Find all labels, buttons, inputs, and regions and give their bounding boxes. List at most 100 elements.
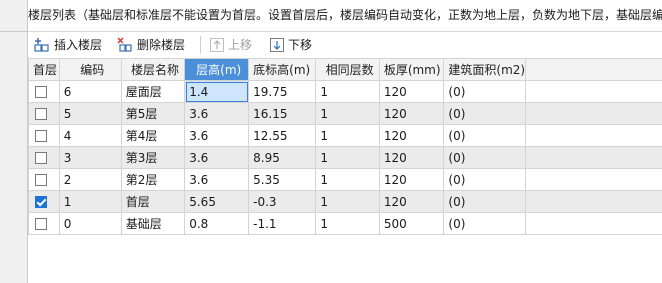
elevation-cell[interactable]: 19.75 [248, 80, 317, 103]
table-row[interactable]: 2 第2层 3.6 5.35 1 120 (0) [28, 168, 662, 191]
same-count-cell[interactable]: 1 [315, 212, 380, 235]
delete-floor-label: 删除楼层 [137, 38, 186, 52]
first-floor-cell [28, 102, 60, 125]
thickness-cell[interactable]: 500 [378, 212, 445, 235]
insert-floor-icon [34, 38, 49, 52]
first-floor-checkbox[interactable] [35, 130, 47, 142]
same-count-cell[interactable]: 1 [315, 168, 380, 191]
col-header-first[interactable]: 首层 [28, 58, 60, 81]
empty-cell [525, 168, 662, 191]
elevation-cell[interactable]: 16.15 [248, 102, 317, 125]
empty-cell [525, 124, 662, 147]
code-cell[interactable]: 6 [58, 80, 122, 103]
empty-cell [525, 146, 662, 169]
height-cell[interactable]: 1.4 [184, 80, 250, 103]
code-cell[interactable]: 1 [58, 190, 122, 213]
first-floor-checkbox[interactable] [35, 86, 47, 98]
height-cell[interactable]: 5.65 [184, 190, 250, 213]
name-cell[interactable]: 第2层 [120, 168, 186, 191]
move-down-button[interactable]: 下移 [270, 32, 312, 58]
col-header-same-count[interactable]: 相同层数 [315, 58, 380, 81]
height-cell[interactable]: 3.6 [184, 168, 250, 191]
area-cell[interactable]: (0) [443, 102, 527, 125]
table-row[interactable]: 3 第3层 3.6 8.95 1 120 (0) [28, 146, 662, 169]
thickness-cell[interactable]: 120 [378, 146, 445, 169]
name-cell[interactable]: 首层 [120, 190, 186, 213]
elevation-cell[interactable]: 8.95 [248, 146, 317, 169]
left-panel [0, 0, 28, 283]
first-floor-checkbox[interactable] [35, 218, 47, 230]
col-header-code[interactable]: 编码 [58, 58, 122, 81]
table-row[interactable]: 0 基础层 0.8 -1.1 1 500 (0) [28, 212, 662, 235]
first-floor-cell [28, 168, 60, 191]
name-cell[interactable]: 第5层 [120, 102, 186, 125]
same-count-cell[interactable]: 1 [315, 102, 380, 125]
arrow-up-icon [210, 38, 224, 52]
first-floor-checkbox[interactable] [35, 108, 47, 120]
table-header-row: 首层 编码 楼层名称 层高(m) 底标高(m) 相同层数 板厚(mm) 建筑面积… [28, 58, 662, 81]
name-cell[interactable]: 第3层 [120, 146, 186, 169]
area-cell[interactable]: (0) [443, 168, 527, 191]
empty-cell [525, 190, 662, 213]
height-cell[interactable]: 0.8 [184, 212, 250, 235]
first-floor-cell [28, 124, 60, 147]
name-cell[interactable]: 第4层 [120, 124, 186, 147]
elevation-cell[interactable]: 12.55 [248, 124, 317, 147]
move-down-label: 下移 [288, 38, 313, 52]
toolbar: 插入楼层 删除楼层 上移 下移 [28, 31, 662, 58]
area-cell[interactable]: (0) [443, 212, 527, 235]
col-header-name[interactable]: 楼层名称 [120, 58, 186, 81]
thickness-cell[interactable]: 120 [378, 190, 445, 213]
first-floor-cell [28, 212, 60, 235]
same-count-cell[interactable]: 1 [315, 80, 380, 103]
first-floor-checkbox[interactable] [35, 174, 47, 186]
toolbar-separator [200, 36, 201, 54]
code-cell[interactable]: 3 [58, 146, 122, 169]
code-cell[interactable]: 0 [58, 212, 122, 235]
same-count-cell[interactable]: 1 [315, 124, 380, 147]
height-cell[interactable]: 3.6 [184, 146, 250, 169]
height-cell[interactable]: 3.6 [184, 102, 250, 125]
height-cell[interactable]: 3.6 [184, 124, 250, 147]
same-count-cell[interactable]: 1 [315, 146, 380, 169]
name-cell[interactable]: 基础层 [120, 212, 186, 235]
area-cell[interactable]: (0) [443, 80, 527, 103]
empty-cell [525, 80, 662, 103]
insert-floor-label: 插入楼层 [54, 38, 103, 52]
col-header-empty [525, 58, 662, 81]
thickness-cell[interactable]: 120 [378, 80, 445, 103]
col-header-area[interactable]: 建筑面积(m2) [443, 58, 527, 81]
col-header-height[interactable]: 层高(m) [184, 58, 250, 81]
elevation-cell[interactable]: -0.3 [248, 190, 317, 213]
table-row[interactable]: 1 首层 5.65 -0.3 1 120 (0) [28, 190, 662, 213]
floor-table: 首层 编码 楼层名称 层高(m) 底标高(m) 相同层数 板厚(mm) 建筑面积… [28, 58, 662, 235]
move-up-button[interactable]: 上移 [210, 32, 252, 58]
table-row[interactable]: 4 第4层 3.6 12.55 1 120 (0) [28, 124, 662, 147]
name-cell[interactable]: 屋面层 [120, 80, 186, 103]
thickness-cell[interactable]: 120 [378, 124, 445, 147]
first-floor-checkbox[interactable] [35, 152, 47, 164]
area-cell[interactable]: (0) [443, 146, 527, 169]
floor-list-description: 楼层列表（基础层和标准层不能设置为首层。设置首层后，楼层编码自动变化，正数为地上… [28, 8, 662, 22]
same-count-cell[interactable]: 1 [315, 190, 380, 213]
col-header-elevation[interactable]: 底标高(m) [248, 58, 317, 81]
move-up-label: 上移 [228, 38, 253, 52]
table-row[interactable]: 6 屋面层 1.4 19.75 1 120 (0) [28, 80, 662, 103]
delete-floor-button[interactable]: 删除楼层 [117, 32, 185, 58]
elevation-cell[interactable]: -1.1 [248, 212, 317, 235]
code-cell[interactable]: 2 [58, 168, 122, 191]
area-cell[interactable]: (0) [443, 190, 527, 213]
thickness-cell[interactable]: 120 [378, 102, 445, 125]
empty-cell [525, 102, 662, 125]
col-header-thickness[interactable]: 板厚(mm) [378, 58, 445, 81]
thickness-cell[interactable]: 120 [378, 168, 445, 191]
area-cell[interactable]: (0) [443, 124, 527, 147]
code-cell[interactable]: 5 [58, 102, 122, 125]
elevation-cell[interactable]: 5.35 [248, 168, 317, 191]
insert-floor-button[interactable]: 插入楼层 [34, 32, 102, 58]
first-floor-checkbox[interactable] [35, 196, 47, 208]
delete-floor-icon [117, 37, 132, 52]
code-cell[interactable]: 4 [58, 124, 122, 147]
first-floor-cell [28, 146, 60, 169]
table-row[interactable]: 5 第5层 3.6 16.15 1 120 (0) [28, 102, 662, 125]
